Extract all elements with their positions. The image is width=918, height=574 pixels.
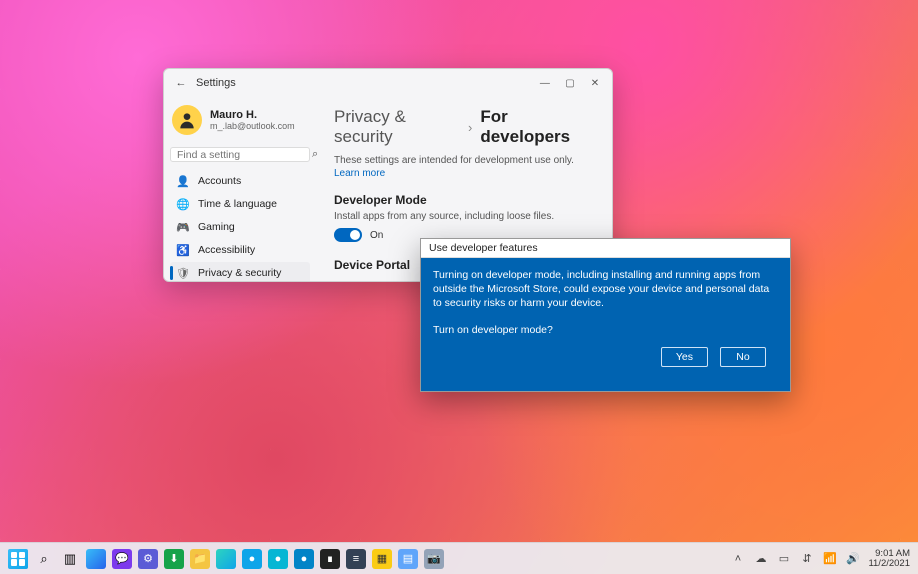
- windows-logo-icon: [8, 549, 28, 569]
- sidebar-item-accessibility[interactable]: ♿ Accessibility: [170, 239, 310, 261]
- taskbar-app[interactable]: ●: [294, 549, 314, 569]
- developer-mode-heading: Developer Mode: [334, 193, 594, 207]
- sidebar-item-gaming[interactable]: 🎮 Gaming: [170, 216, 310, 238]
- profile-email: m_.lab@outlook.com: [210, 121, 295, 131]
- tray-overflow-button[interactable]: ˄: [730, 553, 745, 565]
- developer-mode-sub: Install apps from any source, including …: [334, 211, 594, 222]
- sidebar-item-label: Accessibility: [198, 244, 255, 256]
- search-button[interactable]: ⌕: [34, 549, 54, 569]
- file-explorer-button[interactable]: 📁: [190, 549, 210, 569]
- developer-features-dialog: Use developer features Turning on develo…: [420, 238, 791, 392]
- window-controls: — ▢ ✕: [534, 77, 606, 89]
- chevron-right-icon: ›: [468, 120, 472, 135]
- taskbar-app[interactable]: ▦: [372, 549, 392, 569]
- settings-sidebar: Mauro H. m_.lab@outlook.com ⌕ 👤 Accounts…: [164, 97, 316, 281]
- maximize-button[interactable]: ▢: [559, 78, 581, 89]
- taskbar-left: ⌕ ▥ 💬 ⚙ ⬇ 📁 ● ● ● ∎ ≡ ▦ ▤ 📷: [8, 549, 444, 569]
- onedrive-icon[interactable]: ☁: [753, 552, 768, 565]
- person-icon: 👤: [176, 175, 190, 188]
- taskbar-app[interactable]: ●: [242, 549, 262, 569]
- terminal-button[interactable]: ∎: [320, 549, 340, 569]
- intro-text: These settings are intended for developm…: [334, 155, 594, 166]
- edge-button[interactable]: [216, 549, 236, 569]
- chat-button[interactable]: 💬: [112, 549, 132, 569]
- sidebar-item-label: Time & language: [198, 198, 277, 210]
- back-button[interactable]: ←: [170, 77, 192, 89]
- settings-nav: 👤 Accounts 🌐 Time & language 🎮 Gaming ♿ …: [170, 170, 310, 282]
- camera-button[interactable]: 📷: [424, 549, 444, 569]
- profile-name: Mauro H.: [210, 109, 295, 121]
- battery-icon[interactable]: ▭: [776, 552, 791, 565]
- toggle-state-label: On: [370, 230, 383, 241]
- taskbar-app[interactable]: ▤: [398, 549, 418, 569]
- taskbar-right: ˄ ☁ ▭ ⇵ 📶 🔊 9:01 AM 11/2/2021: [730, 549, 910, 569]
- dialog-warning-text: Turning on developer mode, including ins…: [433, 268, 778, 311]
- dialog-question: Turn on developer mode?: [433, 323, 778, 337]
- developer-mode-toggle[interactable]: [334, 228, 362, 242]
- sidebar-item-label: Accounts: [198, 175, 241, 187]
- taskbar-app[interactable]: ⬇: [164, 549, 184, 569]
- task-view-button[interactable]: ▥: [60, 549, 80, 569]
- dialog-body: Turning on developer mode, including ins…: [421, 258, 790, 391]
- dialog-title: Use developer features: [421, 239, 790, 258]
- sidebar-item-label: Gaming: [198, 221, 235, 233]
- network-activity-icon[interactable]: ⇵: [799, 552, 814, 565]
- sidebar-item-privacy[interactable]: 🛡 Privacy & security: [170, 262, 310, 282]
- start-button[interactable]: [8, 549, 28, 569]
- shield-icon: 🛡: [176, 267, 190, 280]
- close-button[interactable]: ✕: [584, 78, 606, 89]
- gaming-icon: 🎮: [176, 221, 190, 234]
- taskbar-app[interactable]: ⚙: [138, 549, 158, 569]
- learn-more-link[interactable]: Learn more: [334, 168, 594, 179]
- titlebar[interactable]: ← Settings — ▢ ✕: [164, 69, 612, 97]
- no-button[interactable]: No: [720, 347, 766, 367]
- taskbar: ⌕ ▥ 💬 ⚙ ⬇ 📁 ● ● ● ∎ ≡ ▦ ▤ 📷 ˄ ☁ ▭ ⇵ 📶 🔊 …: [0, 542, 918, 574]
- search-input[interactable]: [177, 149, 312, 161]
- window-title: Settings: [196, 77, 236, 89]
- breadcrumb: Privacy & security › For developers: [334, 107, 594, 147]
- sidebar-item-label: Privacy & security: [198, 267, 281, 279]
- avatar: [172, 105, 202, 135]
- taskbar-clock[interactable]: 9:01 AM 11/2/2021: [868, 549, 910, 569]
- accessibility-icon: ♿: [176, 244, 190, 257]
- breadcrumb-parent[interactable]: Privacy & security: [334, 107, 460, 147]
- wifi-icon[interactable]: 📶: [822, 552, 837, 565]
- clock-time: 9:01 AM: [868, 549, 910, 559]
- minimize-button[interactable]: —: [534, 78, 556, 89]
- breadcrumb-current: For developers: [480, 107, 594, 147]
- clock-date: 11/2/2021: [868, 559, 910, 569]
- globe-icon: 🌐: [176, 198, 190, 211]
- profile-block[interactable]: Mauro H. m_.lab@outlook.com: [170, 101, 310, 143]
- sidebar-item-time[interactable]: 🌐 Time & language: [170, 193, 310, 215]
- search-box[interactable]: ⌕: [170, 147, 310, 162]
- sidebar-item-accounts[interactable]: 👤 Accounts: [170, 170, 310, 192]
- yes-button[interactable]: Yes: [661, 347, 708, 367]
- taskbar-app[interactable]: ≡: [346, 549, 366, 569]
- widgets-button[interactable]: [86, 549, 106, 569]
- volume-icon[interactable]: 🔊: [845, 552, 860, 565]
- taskbar-app[interactable]: ●: [268, 549, 288, 569]
